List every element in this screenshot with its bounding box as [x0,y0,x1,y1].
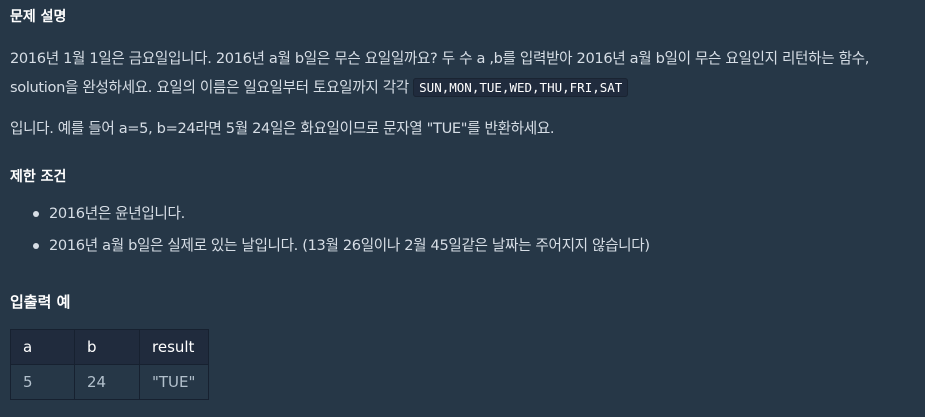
limit-item: 2016년 a월 b일은 실제로 있는 날입니다. (13월 26일이나 2월 … [33,230,650,262]
limit-item: 2016년은 윤년입니다. [33,198,650,230]
example-heading: 입출력 예 [10,293,71,311]
weekday-code: SUN,MON,TUE,WED,THU,FRI,SAT [413,78,629,97]
limits-heading: 제한 조건 [10,169,67,185]
limits-list: 2016년은 윤년입니다. 2016년 a월 b일은 실제로 있는 날입니다. … [10,198,650,262]
table-row: 5 24 "TUE" [10,364,209,400]
column-header-result: result [139,329,209,365]
column-header-b: b [74,329,140,365]
table-header-row: a b result [10,329,209,365]
description-paragraph-2: 입니다. 예를 들어 a=5, b=24라면 5월 24일은 화요일이므로 문자… [10,120,555,137]
column-header-a: a [10,329,75,365]
example-table: a b result 5 24 "TUE" [10,329,209,400]
problem-description-heading: 문제 설명 [10,9,67,25]
problem-description: 2016년 1월 1일은 금요일입니다. 2016년 a월 b일은 무슨 요일일… [10,44,915,102]
cell-b: 24 [74,364,140,400]
description-paragraph: 2016년 1월 1일은 금요일입니다. 2016년 a월 b일은 무슨 요일일… [10,44,915,102]
cell-a: 5 [10,364,75,400]
cell-result: "TUE" [139,364,209,400]
